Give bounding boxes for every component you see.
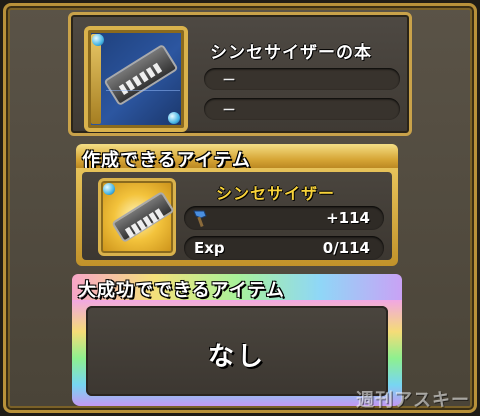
exp-stat-row: Exp 0/114 xyxy=(184,236,384,260)
great-success-result: なし xyxy=(207,342,266,372)
item-name: シンセサイザー xyxy=(216,184,336,203)
recipe-slot-1: － xyxy=(204,68,400,90)
great-success-result-box: なし xyxy=(86,306,388,396)
watermark: 週刊アスキー xyxy=(356,390,470,411)
recipe-title: シンセサイザーの本 xyxy=(210,43,372,63)
craftable-header: 作成できるアイテム xyxy=(76,144,398,171)
great-success-header: 大成功でできるアイテム xyxy=(72,274,402,301)
attack-stat-row: +114 xyxy=(184,206,384,230)
recipe-slot-2: － xyxy=(204,98,400,120)
exp-label: Exp xyxy=(194,239,225,257)
recipe-slot-1-text: － xyxy=(222,73,236,89)
exp-value: 0/114 xyxy=(322,239,370,257)
synthesizer-book-icon xyxy=(84,26,188,132)
synthesizer-icon[interactable] xyxy=(98,178,176,256)
recipe-slot-2-text: － xyxy=(222,103,236,119)
hammer-icon xyxy=(193,210,207,228)
attack-value: +114 xyxy=(326,209,370,227)
